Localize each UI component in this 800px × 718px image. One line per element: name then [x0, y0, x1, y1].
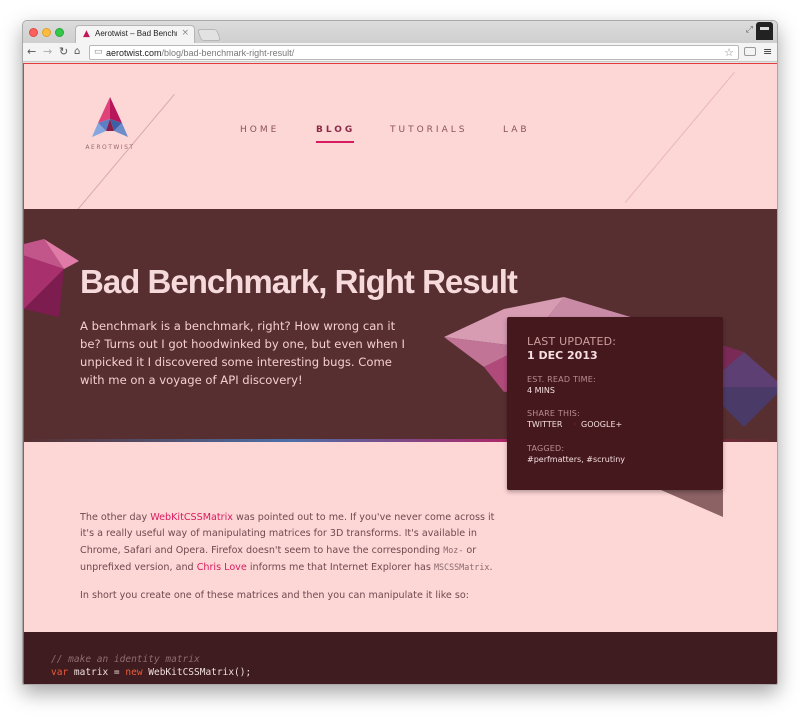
menu-icon[interactable]: ≡	[763, 46, 772, 57]
read-time-value: 4 MINS	[527, 386, 555, 395]
nav-home[interactable]: HOME	[240, 125, 279, 135]
meta-card-pointer	[661, 490, 723, 517]
tab-title: Aerotwist – Bad Benchmark	[95, 29, 177, 38]
window-minimize-button[interactable]	[42, 28, 51, 37]
home-icon[interactable]: ⌂	[74, 46, 80, 58]
page-icon: ▭	[94, 47, 103, 57]
page-viewport: AEROTWIST HOME BLOG TUTORIALS LAB Bad Be…	[23, 63, 777, 684]
logo-text: AEROTWIST	[85, 144, 135, 151]
last-updated-label: LAST UPDATED:	[527, 335, 617, 348]
text-run: informs me that Internet Explorer has	[246, 562, 434, 573]
extension-icon[interactable]	[744, 47, 756, 56]
inline-code: MSCSSMatrix	[433, 562, 490, 572]
fullscreen-icon[interactable]: ⤢	[746, 25, 753, 35]
nav-lab[interactable]: LAB	[503, 125, 530, 135]
post-title: Bad Benchmark, Right Result	[80, 263, 518, 300]
favicon-icon: ▲	[83, 29, 90, 39]
share-separator: ·	[574, 420, 577, 429]
logo-icon[interactable]	[92, 97, 128, 141]
url-path: /blog/bad-benchmark-right-result/	[161, 48, 295, 58]
tab-close-icon[interactable]: ×	[181, 28, 189, 38]
share-twitter-link[interactable]: TWITTER	[527, 420, 562, 429]
url-text[interactable]: aerotwist.com/blog/bad-benchmark-right-r…	[106, 48, 294, 58]
profile-icon[interactable]	[756, 22, 773, 40]
article-paragraph: In short you create one of these matrice…	[80, 590, 469, 601]
window-close-button[interactable]	[29, 28, 38, 37]
post-meta-card: LAST UPDATED: 1 DEC 2013 EST. READ TIME:…	[507, 317, 723, 490]
code-line: var matrix = new WebKitCSSMatrix();	[51, 667, 251, 678]
url-host: aerotwist.com	[106, 48, 162, 58]
text-run: The other day	[80, 512, 151, 523]
new-tab-button[interactable]	[196, 29, 222, 41]
inline-code: Moz-	[443, 545, 464, 555]
back-icon[interactable]: ←	[27, 46, 36, 58]
chris-love-link[interactable]: Chris Love	[197, 562, 247, 573]
forward-icon[interactable]: →	[43, 46, 52, 58]
window-maximize-button[interactable]	[55, 28, 64, 37]
address-bar[interactable]: ▭ aerotwist.com/blog/bad-benchmark-right…	[89, 45, 739, 60]
tags-list[interactable]: #perfmatters, #scrutiny	[527, 455, 625, 464]
share-google-link[interactable]: GOOGLE+	[581, 420, 622, 429]
code-text: WebKitCSSMatrix();	[142, 667, 252, 678]
star-icon[interactable]: ☆	[724, 46, 734, 59]
reload-icon[interactable]: ↻	[59, 46, 68, 58]
active-nav-indicator	[316, 141, 354, 143]
nav-blog[interactable]: BLOG	[316, 125, 355, 135]
code-keyword: new	[125, 667, 143, 678]
code-comment: // make an identity matrix	[51, 654, 200, 665]
code-keyword: var	[51, 667, 69, 678]
code-text: matrix =	[68, 667, 126, 678]
tab-strip: ▲ Aerotwist – Bad Benchmark × ⤢	[23, 21, 777, 43]
browser-toolbar: ← → ↻ ⌂ ▭ aerotwist.com/blog/bad-benchma…	[23, 43, 777, 62]
article-paragraph: The other day WebKitCSSMatrix was pointe…	[80, 510, 500, 576]
decorative-line	[624, 72, 735, 203]
browser-window: ▲ Aerotwist – Bad Benchmark × ⤢ ← → ↻ ⌂ …	[22, 20, 778, 685]
code-block: // make an identity matrix var matrix = …	[24, 632, 777, 684]
nav-tutorials[interactable]: TUTORIALS	[390, 125, 467, 135]
browser-tab[interactable]: ▲ Aerotwist – Bad Benchmark ×	[75, 25, 195, 43]
share-label: SHARE THIS:	[527, 409, 580, 418]
tagged-label: TAGGED:	[527, 444, 565, 453]
site-header: AEROTWIST HOME BLOG TUTORIALS LAB	[24, 64, 777, 209]
last-updated-value: 1 DEC 2013	[527, 349, 598, 362]
post-summary: A benchmark is a benchmark, right? How w…	[80, 319, 405, 387]
read-time-label: EST. READ TIME:	[527, 375, 596, 384]
webkitcssmatrix-link[interactable]: WebKitCSSMatrix	[150, 512, 233, 523]
text-run: .	[489, 562, 493, 573]
